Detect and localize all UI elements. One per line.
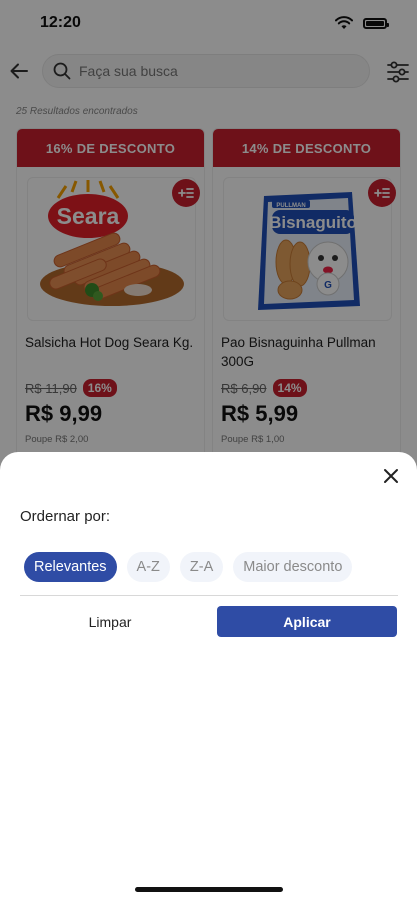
clear-button[interactable]: Limpar xyxy=(20,606,200,638)
sort-option-a-z[interactable]: A-Z xyxy=(126,552,170,582)
sort-option-z-a[interactable]: Z-A xyxy=(179,552,224,582)
divider xyxy=(20,595,398,596)
sort-title: Ordernar por: xyxy=(20,508,111,525)
sort-option-relevantes[interactable]: Relevantes xyxy=(24,552,117,582)
sort-option-maior-desconto[interactable]: Maior desconto xyxy=(233,552,353,582)
sort-options: Relevantes A-Z Z-A Maior desconto xyxy=(24,552,353,582)
close-icon[interactable] xyxy=(381,466,401,486)
home-indicator[interactable] xyxy=(135,887,283,892)
apply-button[interactable]: Aplicar xyxy=(217,606,397,637)
sort-bottom-sheet: Ordernar por: Relevantes A-Z Z-A Maior d… xyxy=(0,452,417,900)
